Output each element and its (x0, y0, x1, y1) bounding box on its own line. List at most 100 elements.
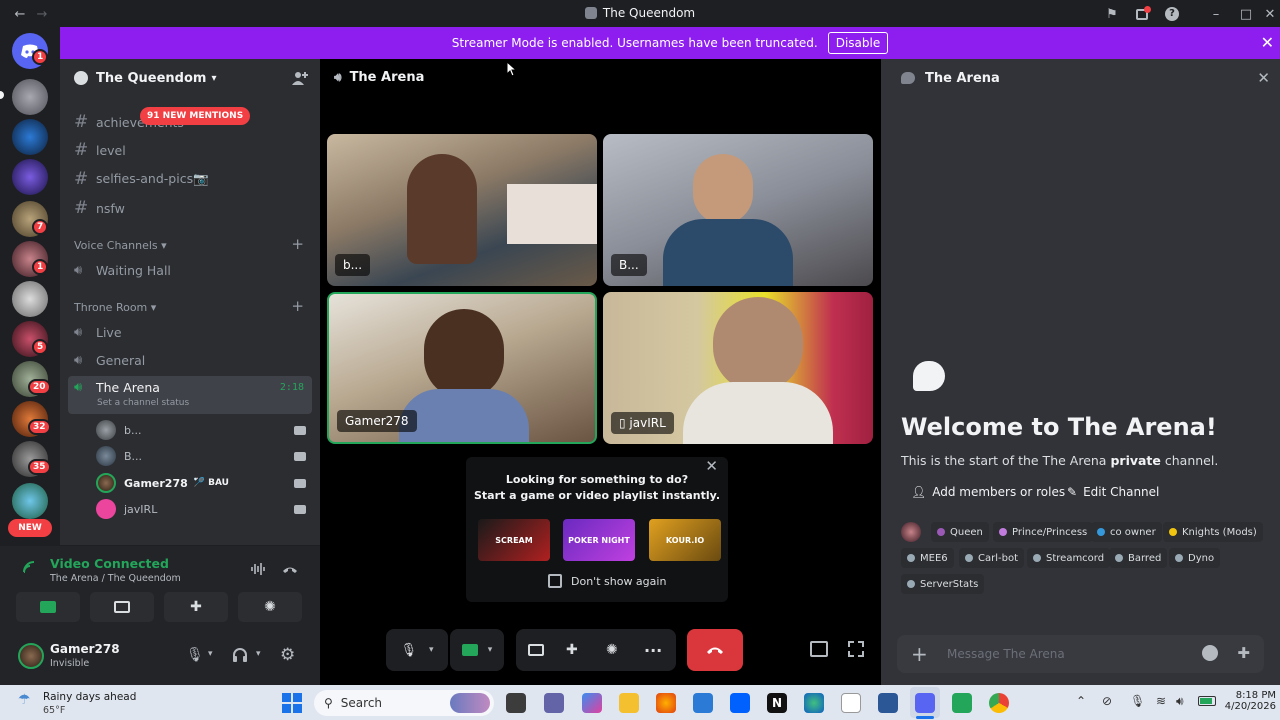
user-avatar[interactable] (18, 643, 44, 669)
file-explorer-icon[interactable] (619, 693, 639, 713)
battery-icon[interactable] (1198, 696, 1216, 706)
add-channel-icon[interactable]: + (291, 297, 304, 315)
close-chat-icon[interactable]: ✕ (1257, 69, 1270, 87)
channel-the-arena[interactable]: 🔊︎ The Arena 2:18 Set a channel status (68, 376, 312, 414)
chrome-icon[interactable] (989, 693, 1009, 713)
voice-user[interactable]: B... (96, 444, 312, 468)
microphone-tray-icon[interactable]: 🎙︎ (1130, 694, 1145, 708)
channel-status[interactable]: Set a channel status (97, 398, 189, 408)
emoji-icon[interactable] (1202, 645, 1218, 661)
leave-call-button[interactable] (687, 629, 743, 671)
noise-suppression-icon[interactable] (250, 562, 266, 576)
new-mentions-pill[interactable]: 91 NEW MENTIONS (140, 107, 251, 125)
apps-icon[interactable]: ✚ (1237, 644, 1250, 662)
role-pill[interactable]: Streamcord (1027, 548, 1111, 568)
weather-icon[interactable]: ☂ (18, 692, 31, 708)
role-pill[interactable]: co owner (1091, 522, 1162, 542)
inbox-icon[interactable] (1132, 4, 1152, 24)
attach-plus-icon[interactable]: + (911, 642, 928, 666)
mic-button[interactable]: 🎙︎ ▾ (386, 629, 448, 671)
settings-gear-icon[interactable]: ⚙︎ (280, 645, 295, 665)
game-scream[interactable]: SCREAM (478, 519, 550, 561)
server-avatar[interactable] (12, 483, 48, 519)
word-icon[interactable] (878, 693, 898, 713)
discord-taskbar-icon[interactable] (915, 693, 935, 713)
notion-icon[interactable]: N (767, 693, 787, 713)
activities-button[interactable]: ✚ (164, 592, 228, 622)
server-owner-avatar[interactable] (901, 522, 921, 542)
microphone-icon[interactable]: 🎙︎ (186, 647, 204, 663)
notepad-icon[interactable] (841, 693, 861, 713)
activity-icon[interactable]: ✚ (566, 642, 578, 658)
soundboard-button[interactable]: ✺ (238, 592, 302, 622)
chevron-down-icon[interactable]: ▾ (256, 649, 261, 659)
edit-channel-button[interactable]: ✎ Edit Channel (1067, 485, 1159, 499)
role-pill[interactable]: Barred (1109, 548, 1168, 568)
soundboard-icon[interactable]: ✺ (606, 642, 618, 658)
windows-start-icon[interactable] (282, 693, 302, 713)
game-kour[interactable]: KOUR.IO (649, 519, 721, 561)
clock[interactable]: 8:18 PM 4/20/2026 (1220, 690, 1276, 712)
video-tile[interactable]: B... (603, 134, 873, 286)
tray-app-icon[interactable]: ⊘ (1102, 694, 1112, 708)
category-throne-room[interactable]: Throne Room ▾ (74, 301, 156, 314)
volume-icon[interactable]: 🔊︎ (1176, 694, 1184, 709)
more-options-icon[interactable]: ··· (644, 641, 662, 660)
video-tile[interactable]: b... (327, 134, 597, 286)
voice-location[interactable]: The Arena / The Queendom (50, 573, 181, 584)
screen-share-button[interactable] (90, 592, 154, 622)
video-tile-speaking[interactable]: Gamer278 (327, 292, 597, 444)
new-servers-pill[interactable]: NEW (8, 519, 52, 537)
camera-button[interactable] (16, 592, 80, 622)
fullscreen-icon[interactable] (848, 641, 864, 657)
username[interactable]: Gamer278 (50, 642, 120, 656)
camera-toggle-button[interactable]: ▾ (450, 629, 504, 671)
channel-general[interactable]: 🔊︎ General (68, 347, 312, 373)
invite-people-icon[interactable] (292, 70, 308, 86)
game-poker-night[interactable]: POKER NIGHT (563, 519, 635, 561)
role-pill[interactable]: Knights (Mods) (1163, 522, 1263, 542)
role-pill[interactable]: MEE6 (901, 548, 954, 568)
pop-out-icon[interactable] (810, 641, 828, 657)
help-icon[interactable]: ? (1162, 4, 1182, 24)
chevron-down-icon[interactable]: ▾ (208, 649, 213, 659)
voice-user[interactable]: Gamer278 🏸 BAU (96, 471, 312, 495)
mail-icon[interactable] (693, 693, 713, 713)
role-pill[interactable]: Prince/Princess (993, 522, 1094, 542)
headphones-icon[interactable] (232, 647, 248, 663)
voice-user[interactable]: javIRL (96, 497, 312, 521)
app-icon[interactable] (952, 693, 972, 713)
voice-status[interactable]: Video Connected (50, 556, 169, 571)
message-input[interactable]: + Message The Arena ✚ (897, 635, 1264, 673)
close-banner-icon[interactable]: ✕ (1261, 33, 1274, 52)
category-voice-channels[interactable]: Voice Channels ▾ (74, 239, 167, 252)
channel-waiting-hall[interactable]: 🔊︎ Waiting Hall (68, 257, 312, 283)
server-avatar[interactable] (12, 79, 48, 115)
screen-share-icon[interactable] (528, 644, 544, 656)
dont-show-checkbox[interactable] (548, 574, 562, 588)
channel-level[interactable]: # level (68, 137, 312, 163)
role-pill[interactable]: Carl-bot (959, 548, 1024, 568)
server-avatar[interactable] (12, 119, 48, 155)
close-window-icon[interactable]: ✕ (1260, 4, 1280, 24)
voice-user[interactable]: b... (96, 418, 312, 442)
role-pill[interactable]: Dyno (1169, 548, 1221, 568)
server-avatar[interactable] (12, 281, 48, 317)
role-pill[interactable]: Queen (931, 522, 989, 542)
task-view-icon[interactable] (506, 693, 526, 713)
channel-nsfw[interactable]: # nsfw (68, 195, 312, 221)
wifi-icon[interactable]: ≋ (1156, 694, 1166, 708)
server-avatar[interactable] (12, 159, 48, 195)
firefox-icon[interactable] (656, 693, 676, 713)
add-channel-icon[interactable]: + (291, 235, 304, 253)
copilot-icon[interactable] (582, 693, 602, 713)
pin-icon[interactable]: ⚑ (1102, 4, 1122, 24)
channel-live[interactable]: 🔊︎ Live (68, 319, 312, 345)
server-header[interactable]: The Queendom ▾ (60, 59, 320, 97)
role-pill[interactable]: ServerStats (901, 574, 985, 594)
dropbox-icon[interactable] (730, 693, 750, 713)
disconnect-icon[interactable] (282, 562, 298, 576)
edge-icon[interactable] (804, 693, 824, 713)
teams-icon[interactable] (544, 693, 564, 713)
channel-selfies[interactable]: # selfies-and-pics📷 (68, 166, 312, 192)
